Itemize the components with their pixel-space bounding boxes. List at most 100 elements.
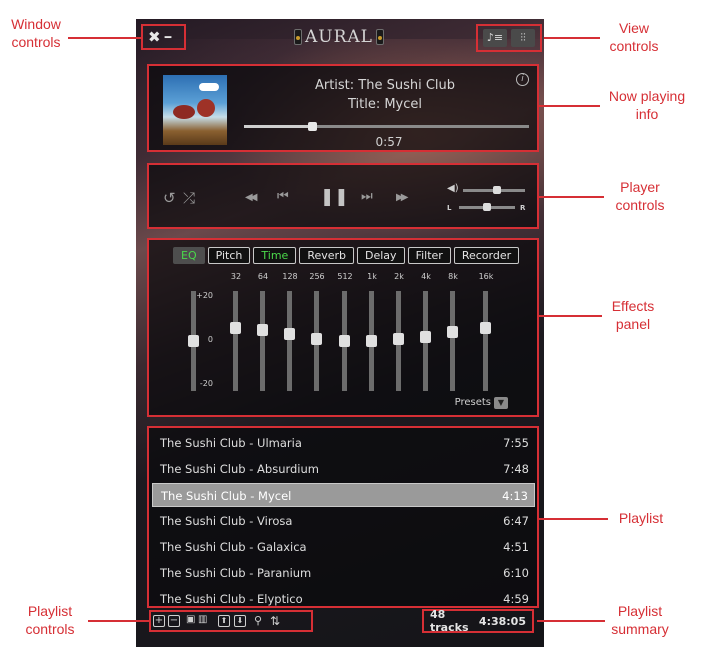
track-name: The Sushi Club - Absurdium (160, 462, 319, 476)
title-bar: ✖ ━ AURAL ♪≡ ⫶⫶ (136, 19, 544, 57)
tab-eq[interactable]: EQ (173, 247, 205, 264)
effects-tabs: EQ Pitch Time Reverb Delay Filter Recorder (173, 247, 520, 264)
track-duration: 6:10 (503, 566, 529, 580)
effects-view-icon[interactable]: ⫶⫶ (511, 29, 535, 47)
volume-icon[interactable]: ◀) (447, 183, 459, 194)
player-window: ✖ ━ AURAL ♪≡ ⫶⫶ Artist: The Sushi Club T… (136, 19, 544, 647)
eq-slider-knob[interactable] (366, 335, 377, 347)
playlist-row[interactable]: The Sushi Club - Virosa 6:47 (152, 509, 535, 533)
tab-reverb[interactable]: Reverb (299, 247, 355, 264)
eq-slider-knob[interactable] (447, 326, 458, 339)
speaker-icon (294, 29, 302, 45)
balance-knob[interactable] (483, 203, 491, 211)
eq-band-slider[interactable] (311, 291, 322, 391)
eq-band-slider[interactable] (257, 291, 268, 391)
tab-recorder[interactable]: Recorder (453, 247, 520, 264)
seek-knob[interactable] (308, 122, 318, 131)
eq-slider-knob[interactable] (480, 321, 491, 334)
speaker-icon (375, 29, 384, 45)
remove-track-icon[interactable]: − (168, 615, 180, 627)
effects-panel: EQ Pitch Time Reverb Delay Filter Recorder +20… (147, 238, 539, 417)
info-icon[interactable]: i (516, 73, 529, 86)
eq-band-slider[interactable] (420, 291, 431, 391)
rewind-icon[interactable]: ◀◀ (245, 192, 258, 203)
add-track-icon[interactable]: + (153, 615, 165, 627)
gain-label-max: +20 (196, 291, 213, 300)
pause-icon[interactable]: ❚❚ (320, 187, 349, 207)
artist-label: Artist: The Sushi Club (314, 78, 456, 93)
track-name: The Sushi Club - Paranium (160, 566, 312, 580)
annotation-playlist-controls: Playlist controls (25, 603, 75, 637)
eq-slider-knob[interactable] (393, 332, 404, 345)
player-controls: ↺ ⤮ ◀◀ ⏮ ❚❚ ⏭ ▶▶ ◀) L R (147, 163, 539, 229)
tab-time[interactable]: Time (253, 247, 297, 264)
view-controls: ♪≡ ⫶⫶ (476, 24, 542, 52)
playlist-row[interactable]: The Sushi Club - Mycel 4:13 (152, 483, 535, 507)
eq-master-slider[interactable] (188, 291, 199, 391)
eq-band-slider[interactable] (284, 291, 295, 391)
balance-slider[interactable] (459, 203, 515, 211)
eq-band-label: 256 (309, 272, 325, 281)
eq-slider-knob[interactable] (230, 321, 241, 334)
previous-track-icon[interactable]: ⏮ (277, 189, 289, 204)
playlist: The Sushi Club - Ulmaria 7:55 The Sushi Cl… (147, 426, 539, 608)
elapsed-time: 0:57 (375, 135, 403, 149)
playlist-row[interactable]: The Sushi Club - Ulmaria 7:55 (152, 431, 535, 455)
window-controls: ✖ ━ (141, 24, 186, 50)
eq-slider-knob[interactable] (311, 332, 322, 345)
eq-band-label: 4k (421, 272, 431, 281)
tab-delay[interactable]: Delay (357, 247, 405, 264)
annotation-view-controls: View controls (609, 20, 659, 54)
sort-icon[interactable]: ⇅ (270, 614, 280, 628)
title-label: Title: Mycel (347, 97, 423, 112)
eq-band-slider[interactable] (339, 291, 350, 391)
track-name: The Sushi Club - Virosa (160, 514, 293, 528)
track-duration: 6:47 (503, 514, 529, 528)
save-icon[interactable]: ▣ (186, 614, 195, 625)
eq-slider-knob[interactable] (188, 335, 199, 347)
app-title: AURAL (294, 26, 384, 48)
move-down-icon[interactable]: ⬇ (234, 615, 246, 627)
eq-band-slider[interactable] (447, 291, 458, 391)
playlist-row[interactable]: The Sushi Club - Galaxica 4:51 (152, 535, 535, 559)
shuffle-icon[interactable]: ⤮ (183, 189, 195, 207)
presets-dropdown-icon[interactable]: ▼ (494, 397, 508, 409)
eq-band-label: 16k (478, 272, 494, 281)
eq-slider-knob[interactable] (284, 328, 295, 341)
search-icon[interactable]: ⚲ (254, 614, 262, 627)
track-duration: 7:55 (503, 436, 529, 450)
annotation-now-playing: Now playing info (608, 88, 686, 122)
playlist-row[interactable]: The Sushi Club - Paranium 6:10 (152, 561, 535, 585)
eq-band-label: 8k (448, 272, 458, 281)
track-count: 48 tracks (430, 608, 469, 634)
eq-band-label: 2k (394, 272, 404, 281)
eq-slider-knob[interactable] (257, 324, 268, 336)
close-icon[interactable]: ✖ (148, 28, 161, 46)
annotation-line (544, 37, 600, 39)
volume-slider[interactable] (463, 186, 525, 194)
eq-slider-knob[interactable] (339, 335, 350, 347)
playlist-row[interactable]: The Sushi Club - Absurdium 7:48 (152, 457, 535, 481)
volume-knob[interactable] (493, 186, 502, 194)
next-track-icon[interactable]: ⏭ (361, 189, 373, 204)
fast-forward-icon[interactable]: ▶▶ (396, 192, 409, 203)
eq-band-slider[interactable] (230, 291, 241, 391)
minimize-icon[interactable]: ━ (165, 31, 172, 44)
eq-slider-knob[interactable] (420, 330, 431, 343)
now-playing-panel: Artist: The Sushi Club Title: Mycel i 0:… (147, 64, 539, 152)
tab-pitch[interactable]: Pitch (207, 247, 251, 264)
track-duration: 4:59 (503, 592, 529, 606)
move-up-icon[interactable]: ⬆ (218, 615, 230, 627)
repeat-icon[interactable]: ↺ (163, 189, 176, 207)
annotation-line (88, 620, 150, 622)
eq-band-slider[interactable] (366, 291, 377, 391)
track-name: The Sushi Club - Galaxica (160, 540, 307, 554)
delete-icon[interactable]: ▥ (198, 614, 207, 625)
tab-filter[interactable]: Filter (407, 247, 451, 264)
eq-band-slider[interactable] (480, 291, 491, 391)
seek-bar[interactable] (244, 122, 529, 131)
seek-bar-fill (244, 125, 313, 128)
eq-band-slider[interactable] (393, 291, 404, 391)
playlist-view-icon[interactable]: ♪≡ (483, 29, 507, 47)
track-duration: 4:13 (502, 489, 528, 503)
